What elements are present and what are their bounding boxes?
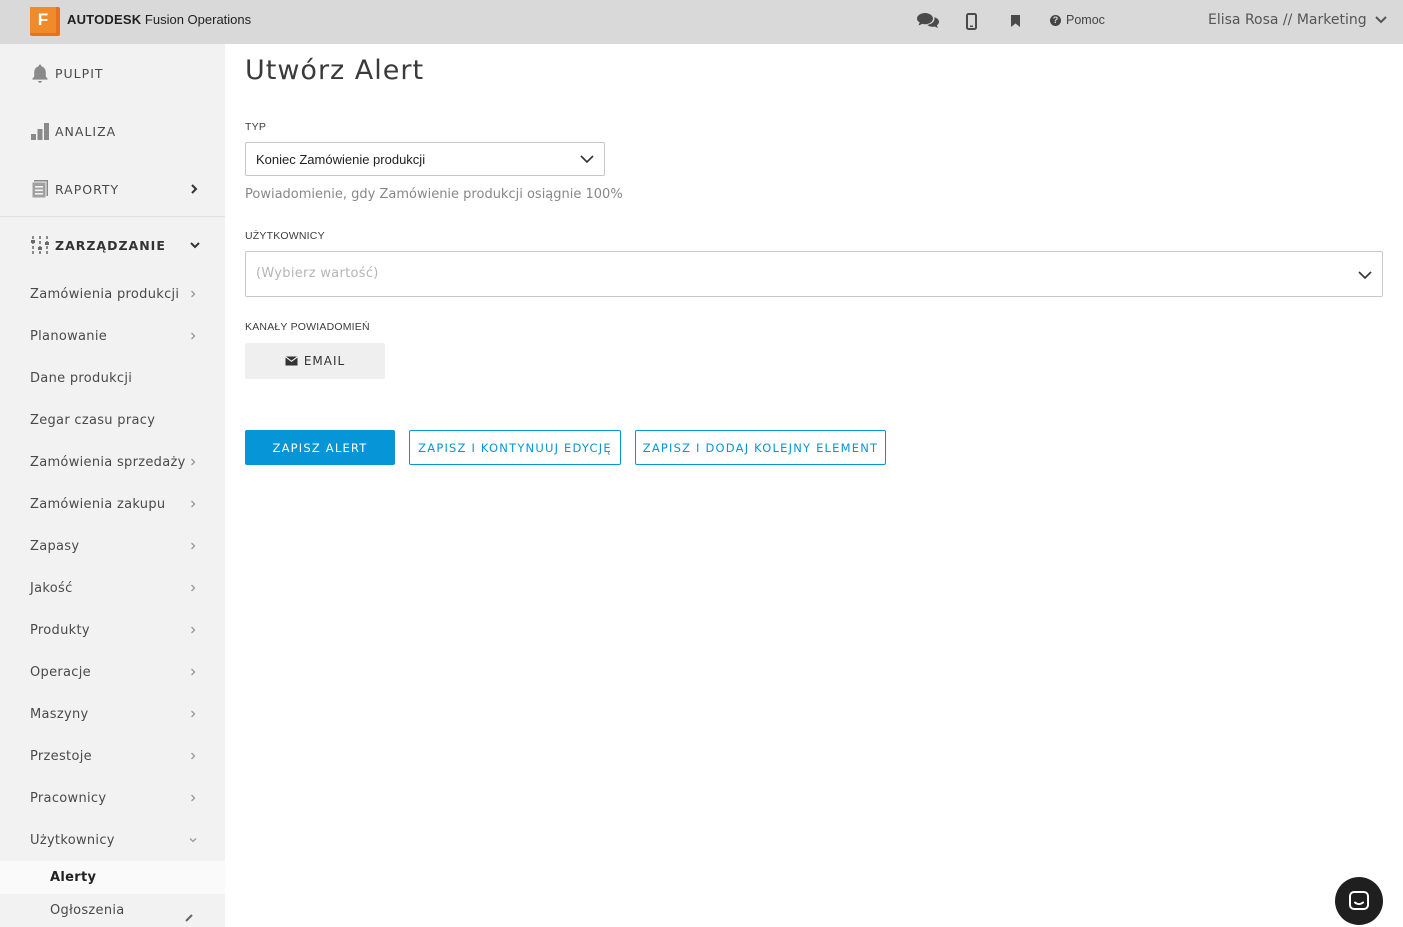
chevron-right-icon: [191, 500, 196, 508]
report-icon: [31, 180, 48, 199]
save-continue-button[interactable]: ZAPISZ I KONTYNUUJ EDYCJĘ: [409, 430, 621, 465]
users-select[interactable]: (Wybierz wartość): [245, 251, 1383, 297]
email-channel-button[interactable]: EMAIL: [245, 343, 385, 379]
sidebar-item-label: Zamówienia produkcji: [30, 286, 180, 302]
users-field-label: UŻYTKOWNICY: [245, 230, 325, 242]
sidebar-item-label: Użytkownicy: [30, 832, 115, 848]
sidebar-item-label: Zamówienia sprzedaży: [30, 454, 186, 470]
chevron-right-icon: [191, 332, 196, 340]
type-hint: Powiadomienie, gdy Zamówienie produkcji …: [245, 187, 623, 202]
sidebar: PULPIT ANALIZA RAPORTY ZARZĄDZANIE Zamów…: [0, 44, 225, 927]
collapse-sidebar-icon[interactable]: [183, 914, 195, 926]
users-select-placeholder: (Wybierz wartość): [256, 266, 379, 281]
sidebar-main-label: ANALIZA: [55, 123, 117, 139]
chevron-right-icon: [191, 626, 196, 634]
sidebar-item-label: Produkty: [30, 622, 90, 638]
sidebar-item-zamowienia-zakupu[interactable]: Zamówienia zakupu: [0, 483, 225, 525]
sidebar-item-planowanie[interactable]: Planowanie: [0, 315, 225, 357]
brand-name: AUTODESK Fusion Operations: [67, 12, 251, 27]
sidebar-item-produkty[interactable]: Produkty: [0, 609, 225, 651]
chat-icon[interactable]: [916, 10, 940, 32]
sliders-icon: [31, 236, 49, 254]
help-link[interactable]: ? Pomoc: [1050, 13, 1105, 27]
chevron-down-icon: [189, 838, 197, 843]
sidebar-main-label: RAPORTY: [55, 181, 120, 197]
sidebar-item-maszyny[interactable]: Maszyny: [0, 693, 225, 735]
chevron-right-icon: [191, 710, 196, 718]
chevron-down-icon: [1358, 271, 1372, 280]
sidebar-item-zamowienia-produkcji[interactable]: Zamówienia produkcji: [0, 273, 225, 315]
chevron-right-icon: [191, 184, 198, 194]
sidebar-item-analiza[interactable]: ANALIZA: [0, 102, 225, 160]
sidebar-item-raporty[interactable]: RAPORTY: [0, 160, 225, 218]
sidebar-item-zamowienia-sprzedazy[interactable]: Zamówienia sprzedaży: [0, 441, 225, 483]
chevron-down-icon: [190, 242, 200, 249]
chevron-right-icon: [191, 752, 196, 760]
brand-bold: AUTODESK: [67, 12, 142, 27]
sidebar-item-zegar-czasu-pracy[interactable]: Zegar czasu pracy: [0, 399, 225, 441]
sidebar-item-label: Zamówienia zakupu: [30, 496, 166, 512]
sidebar-item-operacje[interactable]: Operacje: [0, 651, 225, 693]
sidebar-item-zarzadzanie[interactable]: ZARZĄDZANIE: [0, 216, 225, 274]
type-field-label: TYP: [245, 121, 267, 133]
sidebar-subitem-alerty[interactable]: Alerty: [0, 861, 225, 894]
sidebar-item-label: Operacje: [30, 664, 91, 680]
sidebar-item-przestoje[interactable]: Przestoje: [0, 735, 225, 777]
sidebar-item-label: Maszyny: [30, 706, 89, 722]
chevron-right-icon: [191, 290, 196, 298]
save-add-another-button[interactable]: ZAPISZ I DODAJ KOLEJNY ELEMENT: [635, 430, 886, 465]
channels-field-label: KANAŁY POWIADOMIEŃ: [245, 321, 370, 333]
chevron-right-icon: [191, 794, 196, 802]
sidebar-subitem-label: Ogłoszenia: [50, 903, 125, 918]
mobile-icon[interactable]: [966, 10, 977, 32]
bar-chart-icon: [31, 123, 49, 140]
page-title: Utwórz Alert: [245, 55, 425, 86]
chevron-down-icon: [1374, 16, 1387, 24]
sidebar-item-label: Zegar czasu pracy: [30, 412, 156, 428]
top-bar: F AUTODESK Fusion Operations ? Pomoc Eli…: [0, 0, 1403, 44]
chat-icon: [1349, 891, 1369, 910]
help-icon: ?: [1050, 14, 1061, 26]
sidebar-item-pulpit[interactable]: PULPIT: [0, 44, 225, 102]
bell-icon: [32, 64, 48, 83]
bookmark-icon[interactable]: [1010, 10, 1021, 32]
sidebar-item-zapasy[interactable]: Zapasy: [0, 525, 225, 567]
help-label: Pomoc: [1066, 13, 1105, 27]
save-alert-button[interactable]: ZAPISZ ALERT: [245, 430, 395, 465]
sidebar-item-label: Planowanie: [30, 328, 108, 344]
chevron-right-icon: [191, 542, 196, 550]
sidebar-item-label: Dane produkcji: [30, 370, 133, 386]
sidebar-item-label: Jakość: [30, 580, 73, 596]
chevron-right-icon: [191, 668, 196, 676]
sidebar-item-pracownicy[interactable]: Pracownicy: [0, 777, 225, 819]
sidebar-item-label: Pracownicy: [30, 790, 107, 806]
envelope-icon: [284, 356, 298, 366]
type-select-value: Koniec Zamówienie produkcji: [256, 152, 426, 167]
user-menu[interactable]: Elisa Rosa // Marketing: [1208, 12, 1387, 28]
fusion-logo-icon[interactable]: F: [30, 7, 60, 36]
sidebar-item-label: Zapasy: [30, 538, 80, 554]
type-select[interactable]: Koniec Zamówienie produkcji: [245, 142, 605, 176]
email-channel-label: EMAIL: [303, 354, 346, 368]
user-label: Elisa Rosa // Marketing: [1208, 12, 1367, 28]
chevron-right-icon: [191, 458, 196, 466]
sidebar-main-label: ZARZĄDZANIE: [55, 237, 166, 253]
sidebar-item-label: Przestoje: [30, 748, 92, 764]
logo-letter: F: [30, 7, 56, 33]
sidebar-item-jakosc[interactable]: Jakość: [0, 567, 225, 609]
sidebar-main-label: PULPIT: [55, 65, 104, 81]
sidebar-item-uzytkownicy[interactable]: Użytkownicy: [0, 819, 225, 861]
sidebar-subitem-label: Alerty: [50, 870, 97, 885]
chevron-right-icon: [191, 584, 196, 592]
brand-rest: Fusion Operations: [141, 12, 252, 27]
chevron-down-icon: [580, 155, 594, 164]
support-chat-button[interactable]: [1335, 877, 1383, 925]
sidebar-item-dane-produkcji[interactable]: Dane produkcji: [0, 357, 225, 399]
